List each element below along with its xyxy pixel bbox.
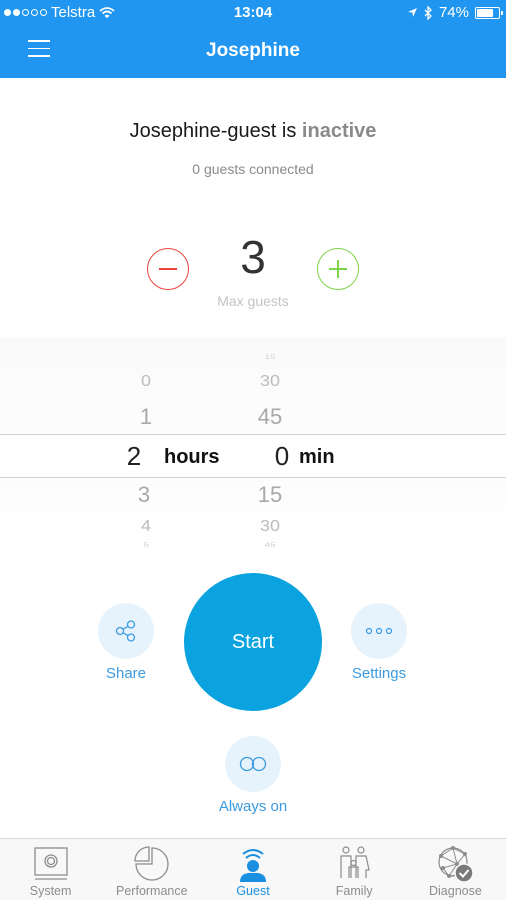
minutes-option[interactable]: 15 xyxy=(240,482,300,508)
share-button[interactable] xyxy=(98,603,154,659)
tab-system[interactable]: System xyxy=(0,839,101,900)
minutes-selected[interactable]: 0 xyxy=(262,441,302,472)
share-icon xyxy=(115,620,136,642)
tab-label: Guest xyxy=(236,884,270,898)
family-icon xyxy=(340,846,370,878)
network-check-icon xyxy=(438,846,475,883)
status-bar: Telstra 13:04 74% xyxy=(0,0,506,26)
tab-guest[interactable]: Guest xyxy=(202,839,303,900)
location-arrow-icon xyxy=(407,8,417,17)
guests-connected-count: 0 guests connected xyxy=(192,161,314,177)
minutes-option[interactable]: 30 xyxy=(240,373,300,391)
hours-option[interactable]: 5 xyxy=(116,542,176,549)
max-guests-value: 3 xyxy=(240,231,266,283)
top-bar: Telstra 13:04 74% Josephine xyxy=(0,0,506,78)
tab-label: Diagnose xyxy=(429,884,482,898)
network-name: Josephine-guest is xyxy=(129,120,302,142)
tab-family[interactable]: Family xyxy=(304,839,405,900)
max-guests-label: Max guests xyxy=(217,293,289,309)
share-label[interactable]: Share xyxy=(66,665,186,682)
hours-selected[interactable]: 2 xyxy=(114,441,154,472)
always-on-button[interactable] xyxy=(225,736,281,792)
navigation-bar: Josephine xyxy=(0,26,506,78)
tab-label: Performance xyxy=(116,884,188,898)
battery-icon xyxy=(475,6,503,19)
tab-performance[interactable]: Performance xyxy=(101,839,202,900)
more-dots-icon xyxy=(365,627,393,635)
settings-label[interactable]: Settings xyxy=(319,665,439,682)
tab-bar: System Performance Guest Family Diagnose xyxy=(0,838,506,900)
infinity-icon xyxy=(239,756,267,772)
minutes-unit-label: min xyxy=(299,446,335,468)
hours-option[interactable]: 1 xyxy=(116,404,176,430)
page-title: Josephine xyxy=(206,40,300,61)
tab-diagnose[interactable]: Diagnose xyxy=(405,839,506,900)
guest-screen: Telstra 13:04 74% Josephine Josephine-gu… xyxy=(0,0,506,900)
duration-picker[interactable]: 0 1 2 hours 3 4 5 15 30 45 0 min 15 30 4… xyxy=(0,337,506,555)
minutes-option[interactable]: 45 xyxy=(240,542,300,549)
router-icon xyxy=(33,847,68,880)
tab-label: System xyxy=(29,884,72,898)
hours-unit-label: hours xyxy=(164,446,220,468)
minutes-option[interactable]: 45 xyxy=(240,404,300,430)
start-button[interactable]: Start xyxy=(184,573,322,711)
battery-percent: 74% xyxy=(438,4,469,21)
minutes-option[interactable]: 15 xyxy=(240,354,300,361)
guest-wifi-icon xyxy=(240,849,266,882)
hours-option[interactable]: 3 xyxy=(114,482,174,508)
always-on-label[interactable]: Always on xyxy=(193,798,313,815)
bluetooth-icon xyxy=(424,5,432,20)
network-state: inactive xyxy=(301,120,377,142)
settings-button[interactable] xyxy=(351,603,407,659)
tab-label: Family xyxy=(335,884,373,898)
increase-max-guests-button[interactable] xyxy=(317,248,359,290)
network-status-line: Josephine-guest is inactive xyxy=(0,120,506,143)
minutes-option[interactable]: 30 xyxy=(240,518,300,536)
hours-option[interactable]: 4 xyxy=(116,518,176,536)
hours-option[interactable]: 0 xyxy=(116,373,176,391)
pie-chart-icon xyxy=(134,846,169,881)
picker-selection-band xyxy=(0,434,506,478)
